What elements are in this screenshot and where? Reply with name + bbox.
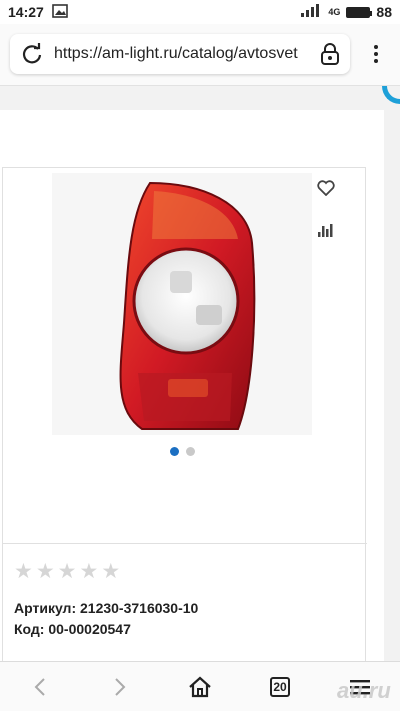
reload-icon[interactable] <box>10 34 54 74</box>
star-icon[interactable]: ★ <box>14 561 33 582</box>
code-value: 00-00020547 <box>48 621 131 637</box>
star-icon[interactable]: ★ <box>58 561 77 582</box>
home-icon[interactable] <box>178 665 222 709</box>
code-row: Код: 00-00020547 <box>14 621 131 637</box>
star-icon[interactable]: ★ <box>79 561 98 582</box>
address-bar[interactable]: https://am-light.ru/catalog/avtosvet <box>10 34 350 74</box>
lock-icon[interactable] <box>310 34 350 74</box>
status-time: 14:27 <box>8 4 44 20</box>
watermark-logo: au.ru <box>337 678 391 703</box>
article-label: Артикул: <box>14 600 77 616</box>
pagination-dot-1[interactable] <box>170 447 179 456</box>
rating-stars[interactable]: ★ ★ ★ ★ ★ <box>14 561 120 582</box>
article-value: 21230-3716030-10 <box>80 600 199 616</box>
forward-icon[interactable] <box>98 665 142 709</box>
signal-icon <box>300 3 322 21</box>
heart-icon[interactable] <box>312 176 340 200</box>
status-bar: 14:27 4G 88 <box>0 0 400 24</box>
back-icon[interactable] <box>18 665 62 709</box>
card-divider <box>3 543 367 544</box>
battery-icon <box>346 6 373 18</box>
bar-chart-icon[interactable] <box>310 216 342 244</box>
pagination-dot-2[interactable] <box>186 447 195 456</box>
tabs-button[interactable]: 20 <box>258 665 302 709</box>
browser-toolbar: https://am-light.ru/catalog/avtosvet <box>0 24 400 86</box>
code-label: Код: <box>14 621 45 637</box>
network-type: 4G <box>328 6 341 17</box>
gallery-icon <box>52 3 68 21</box>
url-text[interactable]: https://am-light.ru/catalog/avtosvet <box>54 45 310 63</box>
star-icon[interactable]: ★ <box>101 561 120 582</box>
product-image[interactable] <box>52 173 312 435</box>
image-pagination <box>170 447 195 456</box>
battery-level: 88 <box>376 4 392 20</box>
overflow-menu-icon[interactable] <box>362 34 390 74</box>
tab-count: 20 <box>270 676 290 697</box>
article-row: Артикул: 21230-3716030-10 <box>14 600 198 616</box>
star-icon[interactable]: ★ <box>36 561 55 582</box>
